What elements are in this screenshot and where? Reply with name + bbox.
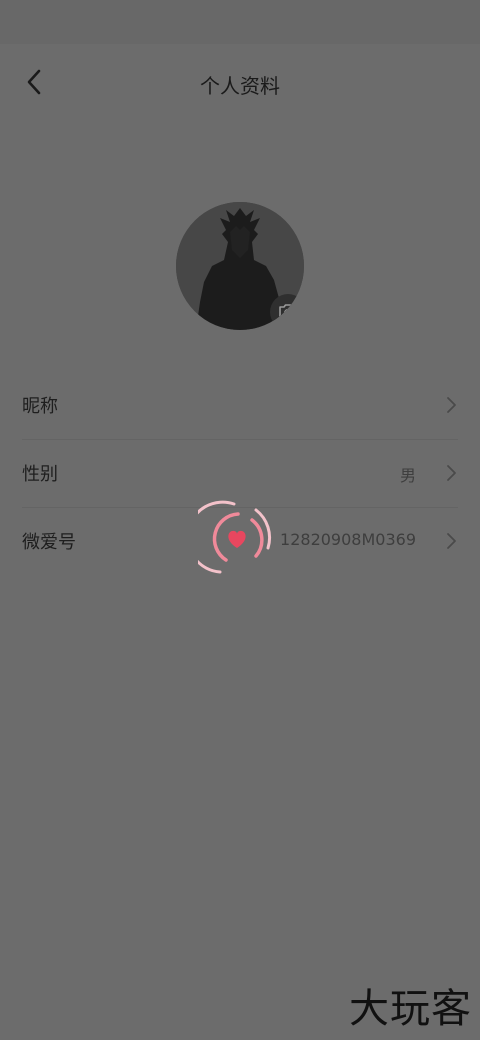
watermark-logo: 大玩客 bbox=[349, 986, 472, 1032]
row-label-nickname: 昵称 bbox=[22, 396, 58, 417]
page-title: 个人资料 bbox=[200, 74, 280, 98]
chevron-right-icon bbox=[447, 533, 456, 549]
row-value-gender: 男 bbox=[399, 466, 416, 485]
row-gender[interactable]: 性别 男 bbox=[22, 440, 458, 508]
row-label-weiai-id: 微爱号 bbox=[22, 532, 76, 553]
chevron-right-icon bbox=[447, 465, 456, 481]
profile-screen: 个人资料 昵称 性别 男 微爱号 12820908M0369 大玩客 bbox=[0, 0, 480, 1040]
row-label-gender: 性别 bbox=[22, 464, 58, 485]
row-nickname[interactable]: 昵称 bbox=[22, 372, 458, 440]
change-avatar-button[interactable] bbox=[270, 294, 304, 330]
chevron-right-icon bbox=[447, 397, 456, 413]
nav-bar: 个人资料 bbox=[0, 44, 480, 122]
avatar-section bbox=[176, 202, 304, 330]
status-bar bbox=[0, 0, 480, 44]
row-value-weiai-id: 12820908M0369 bbox=[280, 530, 416, 549]
camera-add-icon bbox=[279, 304, 298, 321]
loading-spinner-icon bbox=[198, 500, 272, 574]
avatar[interactable] bbox=[176, 202, 304, 330]
